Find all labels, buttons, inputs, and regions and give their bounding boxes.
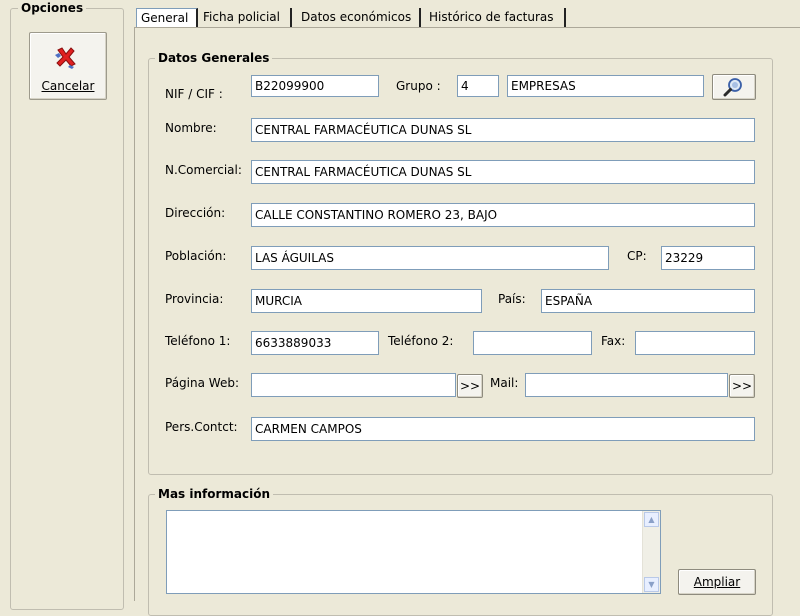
tab-ficha-policial[interactable]: Ficha policial <box>199 8 292 27</box>
ampliar-button[interactable]: Ampliar <box>678 569 756 595</box>
nif-field[interactable]: B22099900 <box>251 75 379 97</box>
telefono1-field[interactable]: 6633889033 <box>251 331 379 355</box>
pais-label: País: <box>498 292 526 306</box>
search-button[interactable] <box>712 74 756 100</box>
tab-datos-economicos[interactable]: Datos económicos <box>297 8 421 27</box>
cancel-label: Cancelar <box>41 79 95 93</box>
mail-field[interactable] <box>525 373 728 397</box>
notes-scrollbar[interactable]: ▲ ▼ <box>642 511 660 593</box>
provincia-field[interactable]: MURCIA <box>251 289 482 313</box>
web-label: Página Web: <box>165 376 239 390</box>
ncomercial-label: N.Comercial: <box>165 163 242 177</box>
contacto-label: Pers.Contct: <box>165 420 238 434</box>
provincia-label: Provincia: <box>165 292 224 306</box>
datos-generales-title: Datos Generales <box>155 51 273 65</box>
nombre-field[interactable]: CENTRAL FARMACÉUTICA DUNAS SL <box>251 118 755 142</box>
cancel-button[interactable]: Cancelar <box>29 32 107 100</box>
red-x-icon <box>55 47 76 69</box>
cp-field[interactable]: 23229 <box>661 246 755 270</box>
tab-general[interactable]: General <box>136 8 198 27</box>
options-title: Opciones <box>18 1 87 15</box>
direccion-label: Dirección: <box>165 206 226 220</box>
scroll-up-icon[interactable]: ▲ <box>644 512 659 527</box>
grupo-name-field[interactable]: EMPRESAS <box>507 75 704 97</box>
telefono1-label: Teléfono 1: <box>165 334 231 348</box>
web-open-button[interactable]: >> <box>457 374 483 398</box>
mas-informacion-title: Mas información <box>155 487 274 501</box>
poblacion-field[interactable]: LAS ÁGUILAS <box>251 246 609 270</box>
scroll-down-icon[interactable]: ▼ <box>644 577 659 592</box>
tab-historico-facturas[interactable]: Histórico de facturas <box>425 8 566 27</box>
ncomercial-field[interactable]: CENTRAL FARMACÉUTICA DUNAS SL <box>251 160 755 184</box>
cp-label: CP: <box>627 249 647 263</box>
mail-label: Mail: <box>490 376 519 390</box>
direccion-field[interactable]: CALLE CONSTANTINO ROMERO 23, BAJO <box>251 203 755 227</box>
poblacion-label: Población: <box>165 249 227 263</box>
fax-label: Fax: <box>601 334 626 348</box>
nombre-label: Nombre: <box>165 121 217 135</box>
notes-textarea[interactable]: ▲ ▼ <box>166 510 661 594</box>
contacto-field[interactable]: CARMEN CAMPOS <box>251 417 755 441</box>
grupo-label: Grupo : <box>396 79 441 93</box>
ampliar-label: Ampliar <box>693 575 741 589</box>
grupo-code-field[interactable]: 4 <box>457 75 499 97</box>
magnifier-icon <box>723 78 742 97</box>
telefono2-label: Teléfono 2: <box>388 334 454 348</box>
telefono2-field[interactable] <box>473 331 592 355</box>
pais-field[interactable]: ESPAÑA <box>541 289 755 313</box>
web-field[interactable] <box>251 373 456 397</box>
mail-open-button[interactable]: >> <box>729 374 755 398</box>
fax-field[interactable] <box>635 331 755 355</box>
nif-label: NIF / CIF : <box>165 87 223 101</box>
